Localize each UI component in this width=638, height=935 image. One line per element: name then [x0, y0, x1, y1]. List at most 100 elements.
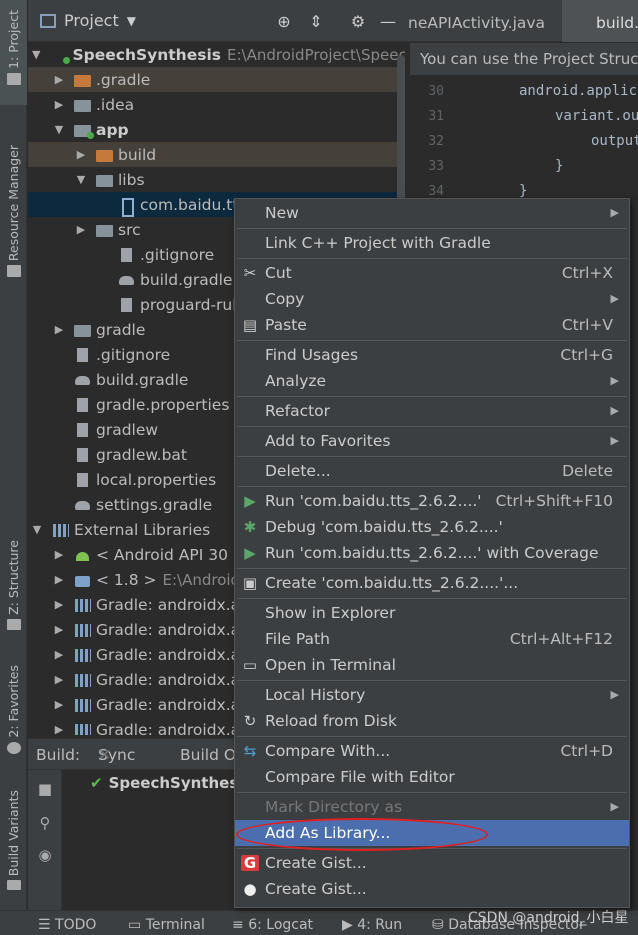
tree-row[interactable]: ▼ SpeechSynthesis E:\AndroidProject\Speech… — [28, 42, 405, 67]
tree-row[interactable]: ▼ libs — [28, 167, 405, 192]
menu-item-open-in-terminal[interactable]: ▭ Open in Terminal — [235, 652, 629, 678]
menu-item-file-path[interactable]: File Path Ctrl+Alt+F12 — [235, 626, 629, 652]
collapse-all-icon[interactable]: ⇕ — [306, 11, 326, 31]
compare-icon: ⇆ — [243, 742, 257, 760]
gear-icon[interactable]: ⚙ — [348, 11, 368, 31]
menu-item-new[interactable]: New ▶ — [235, 200, 629, 226]
collapsed-arrow-icon[interactable]: ▶ — [76, 223, 86, 236]
tool-tab-0[interactable]: 1: Project — [0, 0, 27, 105]
collapsed-arrow-icon[interactable]: ▶ — [54, 723, 64, 735]
lib-icon — [74, 598, 92, 612]
collapsed-arrow-icon[interactable]: ▶ — [54, 673, 64, 686]
tree-item-label: Gradle: androidx.ap — [96, 670, 250, 689]
menu-separator — [237, 228, 627, 229]
star-icon — [6, 741, 21, 754]
menu-item-link-c-project-with-gradle[interactable]: Link C++ Project with Gradle — [235, 230, 629, 256]
tree-row[interactable]: ▶ build — [28, 142, 405, 167]
menu-item-refactor[interactable]: Refactor ▶ — [235, 398, 629, 424]
project-view-selector[interactable]: Project — [64, 11, 119, 30]
menu-item-find-usages[interactable]: Find Usages Ctrl+G — [235, 342, 629, 368]
collapsed-arrow-icon[interactable]: ▶ — [76, 148, 86, 161]
menu-item-local-history[interactable]: Local History ▶ — [235, 682, 629, 708]
collapsed-arrow-icon[interactable]: ▶ — [54, 73, 64, 86]
tool-tab-3[interactable]: 2: Favorites — [0, 655, 27, 755]
menu-item-debug-com-baidu-tts-2-6-2[interactable]: ✱ Debug 'com.baidu.tts_2.6.2....' — [235, 514, 629, 540]
folder-icon — [96, 173, 114, 187]
success-check-icon: ✔ — [90, 774, 103, 792]
menu-item-label: Delete... — [265, 462, 331, 480]
tool-tab-2[interactable]: Z: Structure — [0, 530, 27, 630]
submenu-arrow-icon: ▶ — [610, 800, 619, 813]
status-tab-1[interactable]: ▭ Terminal — [128, 911, 205, 935]
collapsed-arrow-icon[interactable]: ▶ — [54, 698, 64, 711]
file-icon — [118, 247, 136, 262]
chevron-down-icon[interactable]: ▼ — [127, 14, 136, 28]
menu-item-reload-from-disk[interactable]: ↻ Reload from Disk — [235, 708, 629, 734]
menu-item-paste[interactable]: ▤ Paste Ctrl+V — [235, 312, 629, 338]
menu-item-shortcut: Ctrl+Alt+F12 — [509, 630, 613, 648]
menu-item-show-in-explorer[interactable]: Show in Explorer — [235, 600, 629, 626]
stop-icon[interactable]: ■ — [37, 780, 53, 798]
menu-item-copy[interactable]: Copy ▶ — [235, 286, 629, 312]
menu-item-shortcut: Ctrl+X — [561, 264, 613, 282]
eye-icon[interactable]: ◉ — [37, 846, 53, 864]
folder-icon — [74, 98, 92, 112]
menu-separator — [237, 258, 627, 259]
collapsed-arrow-icon[interactable]: ▶ — [54, 598, 64, 611]
close-icon[interactable]: ✕ — [98, 739, 111, 771]
tool-tab-1[interactable]: Resource Manager — [0, 135, 27, 285]
menu-item-cut[interactable]: ✂ Cut Ctrl+X — [235, 260, 629, 286]
menu-separator — [237, 598, 627, 599]
tree-item-label: Gradle: androidx.ac — [96, 595, 249, 614]
menu-item-label: Run 'com.baidu.tts_2.6.2....' with Cover… — [265, 544, 599, 562]
tree-item-label: src — [118, 220, 141, 239]
tree-item-label: < Android API 30 P — [96, 545, 243, 564]
tree-item-label: .gitignore — [140, 245, 215, 264]
file-icon — [74, 472, 92, 487]
expanded-arrow-icon[interactable]: ▼ — [54, 123, 64, 136]
menu-item-create-gist[interactable]: ● Create Gist... — [235, 876, 629, 902]
expanded-arrow-icon[interactable]: ▼ — [76, 173, 86, 186]
status-tab-2[interactable]: ≡ 6: Logcat — [232, 911, 313, 935]
expanded-arrow-icon[interactable]: ▼ — [32, 48, 40, 61]
menu-item-analyze[interactable]: Analyze ▶ — [235, 368, 629, 394]
tree-row[interactable]: ▶ .idea — [28, 92, 405, 117]
collapsed-arrow-icon[interactable]: ▶ — [54, 548, 64, 561]
status-tab-3[interactable]: ▶ 4: Run — [342, 911, 402, 935]
menu-item-label: Mark Directory as — [265, 798, 403, 816]
coverage-icon: ▶ — [244, 544, 256, 562]
todo-icon: ☰ — [38, 917, 56, 933]
expanded-arrow-icon[interactable]: ▼ — [32, 523, 42, 536]
menu-item-compare-with[interactable]: ⇆ Compare With... Ctrl+D — [235, 738, 629, 764]
menu-item-create-com-baidu-tts-2-6-2[interactable]: ▣ Create 'com.baidu.tts_2.6.2....'... — [235, 570, 629, 596]
tree-item-label: .idea — [96, 95, 135, 114]
collapsed-arrow-icon[interactable]: ▶ — [54, 623, 64, 636]
pin-icon[interactable]: ⚲ — [37, 814, 53, 832]
build-task-row[interactable]: ✔ SpeechSynthesis — [90, 774, 252, 792]
menu-item-add-to-favorites[interactable]: Add to Favorites ▶ — [235, 428, 629, 454]
tree-row[interactable]: ▼ app — [28, 117, 405, 142]
file-icon — [74, 397, 92, 412]
locate-icon[interactable]: ⊕ — [274, 11, 294, 31]
collapsed-arrow-icon[interactable]: ▶ — [54, 648, 64, 661]
menu-item-run-com-baidu-tts-2-6-2[interactable]: ▶ Run 'com.baidu.tts_2.6.2....' Ctrl+Shift… — [235, 488, 629, 514]
menu-item-label: Cut — [265, 264, 292, 282]
status-tab-label: 4: Run — [357, 917, 403, 933]
menu-item-create-gist[interactable]: G Create Gist... — [235, 850, 629, 876]
menu-item-delete[interactable]: Delete... Delete — [235, 458, 629, 484]
editor-tab-build-gradle[interactable]: build. — [562, 0, 638, 42]
status-tab-0[interactable]: ☰ TODO — [38, 911, 96, 935]
menu-item-compare-file-with-editor[interactable]: Compare File with Editor — [235, 764, 629, 790]
tree-row[interactable]: ▶ .gradle — [28, 67, 405, 92]
editor-tab-activity[interactable]: neAPIActivity.java — [408, 0, 558, 42]
menu-item-label: Reload from Disk — [265, 712, 397, 730]
collapsed-arrow-icon[interactable]: ▶ — [54, 573, 64, 586]
collapsed-arrow-icon[interactable]: ▶ — [54, 323, 64, 336]
menu-item-run-com-baidu-tts-2-6-2-with-coverage[interactable]: ▶ Run 'com.baidu.tts_2.6.2....' with Cove… — [235, 540, 629, 566]
collapsed-arrow-icon[interactable]: ▶ — [54, 98, 64, 111]
tool-tab-4[interactable]: Build Variants — [0, 780, 27, 890]
menu-item-mark-directory-as[interactable]: Mark Directory as ▶ — [235, 794, 629, 820]
status-tab-label: 6: Logcat — [248, 917, 314, 933]
hide-icon[interactable]: — — [378, 11, 398, 31]
file-icon — [74, 447, 92, 462]
